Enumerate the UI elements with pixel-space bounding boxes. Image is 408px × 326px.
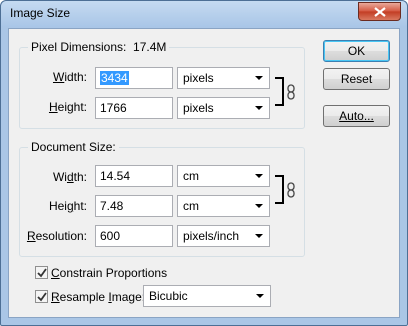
auto-button[interactable]: Auto... bbox=[323, 105, 390, 127]
chevron-down-icon bbox=[255, 204, 263, 208]
pixel-height-label: Height: bbox=[48, 100, 87, 114]
dialog-body: Pixel Dimensions: 17.4M Width: 3434 pixe… bbox=[8, 28, 400, 318]
resample-image-checkbox[interactable] bbox=[35, 290, 48, 303]
resample-image-label[interactable]: Resample Image: bbox=[51, 290, 145, 304]
pixel-link-bracket bbox=[275, 77, 284, 106]
pixel-height-input[interactable]: 1766 bbox=[95, 97, 173, 119]
document-width-unit-select[interactable]: cm bbox=[177, 165, 270, 187]
pixel-dimensions-legend: Pixel Dimensions: 17.4M bbox=[28, 40, 170, 54]
chevron-down-icon bbox=[256, 294, 264, 298]
constrain-proportions-checkbox[interactable] bbox=[35, 266, 48, 279]
chevron-down-icon bbox=[255, 174, 263, 178]
document-size-legend: Document Size: bbox=[28, 140, 119, 154]
resolution-input[interactable]: 600 bbox=[95, 225, 173, 247]
resolution-unit-select[interactable]: pixels/inch bbox=[177, 225, 270, 247]
pixel-width-input[interactable]: 3434 bbox=[95, 67, 173, 89]
resolution-label: Resolution: bbox=[26, 229, 87, 243]
close-icon bbox=[374, 7, 386, 17]
pixel-dimensions-size: 17.4M bbox=[133, 40, 167, 54]
pixel-width-label: Width: bbox=[52, 70, 87, 84]
constrain-proportions-label[interactable]: Constrain Proportions bbox=[51, 266, 167, 280]
chain-link-icon bbox=[287, 84, 295, 100]
document-link-bracket bbox=[275, 175, 284, 204]
checkmark-icon bbox=[37, 292, 47, 302]
chevron-down-icon bbox=[255, 234, 263, 238]
window-title: Image Size bbox=[10, 6, 71, 20]
image-size-dialog: Image Size Pixel Dimensions: 17.4M Width… bbox=[0, 0, 408, 326]
pixel-height-unit-select[interactable]: pixels bbox=[177, 97, 270, 119]
ok-button[interactable]: OK bbox=[323, 40, 390, 62]
close-button[interactable] bbox=[358, 2, 401, 21]
document-height-input[interactable]: 7.48 bbox=[95, 195, 173, 217]
checkmark-icon bbox=[37, 268, 47, 278]
reset-button[interactable]: Reset bbox=[323, 68, 390, 90]
chevron-down-icon bbox=[255, 76, 263, 80]
chain-link-icon bbox=[287, 182, 295, 198]
title-bar[interactable]: Image Size bbox=[1, 1, 407, 27]
chevron-down-icon bbox=[255, 106, 263, 110]
document-width-label: Width: bbox=[52, 170, 87, 184]
document-height-unit-select[interactable]: cm bbox=[177, 195, 270, 217]
resample-method-select[interactable]: Bicubic bbox=[143, 285, 271, 307]
pixel-width-unit-select[interactable]: pixels bbox=[177, 67, 270, 89]
document-height-label: Height: bbox=[48, 199, 87, 213]
document-width-input[interactable]: 14.54 bbox=[95, 165, 173, 187]
